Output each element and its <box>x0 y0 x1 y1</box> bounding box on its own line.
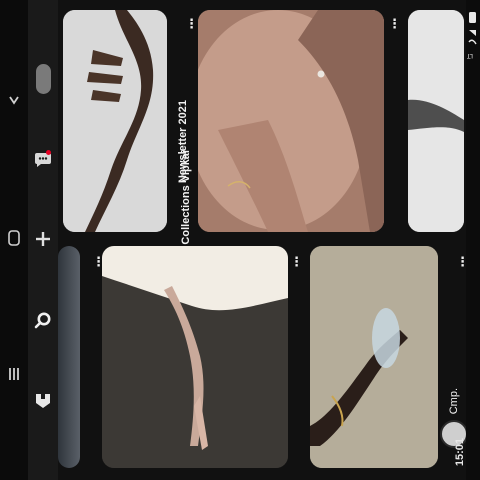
pin-3-image <box>58 246 80 468</box>
pin-1[interactable] <box>63 10 167 232</box>
app-bottom-navigation <box>28 0 58 480</box>
system-navigation-bar <box>0 0 28 480</box>
search-nav-button[interactable] <box>28 303 58 337</box>
back-chevron-icon <box>9 96 19 105</box>
create-nav-button[interactable] <box>28 222 58 256</box>
pin-6-author-name[interactable]: Cmp. <box>448 388 460 414</box>
status-bar-time: 15:01 <box>454 438 466 467</box>
system-home-button[interactable] <box>0 224 28 252</box>
home-nav-button[interactable] <box>28 384 58 418</box>
status-bar: LTE 15:01 <box>454 0 480 480</box>
pin-feed[interactable]: ⋮ ⋮ Newsletter 2021 Collections Vipkai ⋮ <box>58 0 469 480</box>
recents-icon <box>9 368 19 380</box>
pin-2-more-options-button[interactable]: ⋮ <box>185 18 198 31</box>
pin-2[interactable] <box>198 10 384 232</box>
status-icons: LTE <box>467 12 477 59</box>
system-recents-button[interactable] <box>0 360 28 388</box>
pin-4-image <box>102 246 288 468</box>
notification-dot <box>46 150 51 155</box>
pin-4-more-options-button[interactable]: ⋮ <box>290 256 303 269</box>
pin-5-image <box>408 10 464 232</box>
pin-2-caption-line-2: Collections Vipkai <box>180 150 192 245</box>
profile-icon <box>35 64 51 94</box>
pin-3[interactable] <box>58 246 80 468</box>
system-back-button[interactable] <box>0 86 28 114</box>
pin-5-more-options-button[interactable]: ⋮ <box>388 18 401 31</box>
profile-nav-button[interactable] <box>28 62 58 96</box>
pin-6[interactable] <box>310 246 438 468</box>
pin-4[interactable] <box>102 246 288 468</box>
messages-nav-button[interactable] <box>28 142 58 176</box>
pin-2-image <box>198 10 384 232</box>
home-icon <box>36 394 50 408</box>
home-pill-icon <box>8 230 20 246</box>
search-icon <box>34 312 51 329</box>
pin-1-image <box>63 10 167 232</box>
pin-6-image <box>310 246 438 468</box>
pin-5[interactable] <box>408 10 464 232</box>
svg-text:LTE: LTE <box>467 52 473 59</box>
plus-icon <box>36 232 50 246</box>
